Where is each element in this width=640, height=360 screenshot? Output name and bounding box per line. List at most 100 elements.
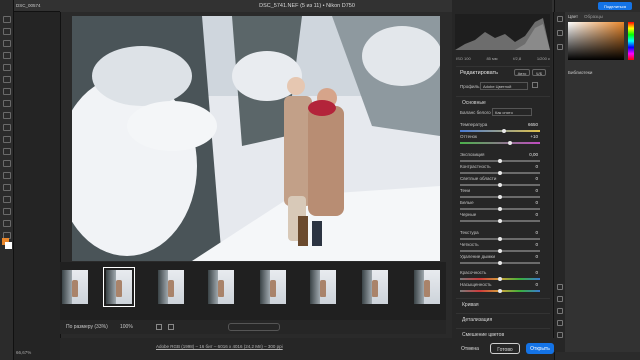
curve-section-header[interactable]: Кривая bbox=[456, 298, 550, 308]
gradient-tool-icon[interactable] bbox=[3, 160, 11, 167]
slider-knob[interactable] bbox=[498, 158, 502, 163]
slider-value[interactable]: 0 bbox=[518, 254, 538, 260]
type-tool-icon[interactable] bbox=[3, 208, 11, 215]
slider-knob[interactable] bbox=[498, 236, 502, 241]
fit-zoom-select[interactable]: По размеру (33%) bbox=[66, 324, 108, 330]
slider-track[interactable] bbox=[460, 140, 540, 145]
open-button[interactable]: Открыть bbox=[526, 343, 554, 354]
paths-icon[interactable] bbox=[557, 332, 563, 338]
filmstrip-thumb[interactable] bbox=[362, 270, 388, 304]
background-color-swatch[interactable] bbox=[5, 242, 12, 249]
layers-icon[interactable] bbox=[557, 308, 563, 314]
slider-track[interactable] bbox=[460, 194, 540, 199]
hue-slider[interactable] bbox=[628, 22, 634, 60]
slider-knob[interactable] bbox=[498, 170, 502, 175]
adjustments-icon[interactable] bbox=[557, 30, 563, 36]
slider-track[interactable] bbox=[460, 206, 540, 211]
filmstrip-thumb[interactable] bbox=[208, 270, 234, 304]
channels-icon[interactable] bbox=[557, 320, 563, 326]
slider-knob[interactable] bbox=[498, 194, 502, 199]
hand-icon[interactable] bbox=[557, 296, 563, 302]
filmstrip-toggle-icon[interactable] bbox=[156, 324, 162, 330]
auto-button[interactable]: Авто bbox=[514, 69, 530, 76]
file-info-link[interactable]: Adobe RGB (1998) – 16 бит – 6016 x 4016 … bbox=[156, 344, 283, 349]
move-tool-icon[interactable] bbox=[3, 16, 11, 23]
color-picker-field[interactable] bbox=[568, 22, 624, 60]
profile-browser-icon[interactable] bbox=[532, 82, 538, 88]
slider-knob[interactable] bbox=[502, 128, 506, 133]
blur-tool-icon[interactable] bbox=[3, 172, 11, 179]
dodge-tool-icon[interactable] bbox=[3, 184, 11, 191]
slider-value[interactable]: 0 bbox=[518, 230, 538, 236]
filter-icon[interactable] bbox=[168, 324, 174, 330]
basic-section-header[interactable]: Основные bbox=[456, 96, 550, 106]
document-tab[interactable]: DSC_00574 bbox=[14, 0, 60, 12]
slider-value[interactable]: 0 bbox=[518, 200, 538, 206]
slider-track[interactable] bbox=[460, 170, 540, 175]
slider-track[interactable] bbox=[460, 288, 540, 293]
slider-value[interactable]: 0 bbox=[518, 242, 538, 248]
slider-track[interactable] bbox=[460, 248, 540, 253]
profile-select[interactable]: Adobe Цветной bbox=[480, 82, 528, 90]
select-tool-icon[interactable] bbox=[3, 52, 11, 59]
lasso-tool-icon[interactable] bbox=[3, 40, 11, 47]
zoom-icon[interactable] bbox=[557, 284, 563, 290]
slider-value[interactable]: 0 bbox=[518, 270, 538, 276]
frame-tool-icon[interactable] bbox=[3, 76, 11, 83]
color-mixer-section-header[interactable]: Смешение цветов bbox=[456, 328, 550, 338]
slider-knob[interactable] bbox=[507, 140, 512, 145]
bw-button[interactable]: Ч/Б bbox=[532, 69, 546, 76]
stamp-tool-icon[interactable] bbox=[3, 124, 11, 131]
slider-knob[interactable] bbox=[498, 288, 502, 293]
slider-track[interactable] bbox=[460, 236, 540, 241]
slider-value[interactable]: 0,00 bbox=[518, 152, 538, 158]
cancel-button[interactable]: Отмена bbox=[456, 343, 484, 354]
slider-value[interactable]: 0 bbox=[518, 188, 538, 194]
brush-tool-icon[interactable] bbox=[3, 112, 11, 119]
slider-knob[interactable] bbox=[498, 182, 502, 187]
done-button[interactable]: Готово bbox=[490, 343, 520, 354]
filmstrip-thumb[interactable] bbox=[260, 270, 286, 304]
zoom-percent-select[interactable]: 100% bbox=[120, 324, 133, 330]
slider-track[interactable] bbox=[460, 158, 540, 163]
slider-value[interactable]: 0 bbox=[518, 164, 538, 170]
slider-track[interactable] bbox=[460, 276, 540, 281]
share-button[interactable]: Поделиться bbox=[598, 2, 632, 10]
filmstrip-thumb-selected[interactable] bbox=[103, 267, 135, 307]
photo-preview[interactable] bbox=[72, 16, 440, 261]
slider-knob[interactable] bbox=[498, 248, 502, 253]
libraries-icon[interactable] bbox=[557, 44, 563, 50]
color-tab[interactable]: Цвет bbox=[568, 14, 578, 19]
slider-value[interactable]: +10 bbox=[518, 134, 538, 140]
path-select-icon[interactable] bbox=[3, 220, 11, 227]
marquee-tool-icon[interactable] bbox=[3, 28, 11, 35]
pen-tool-icon[interactable] bbox=[3, 196, 11, 203]
slider-track[interactable] bbox=[460, 128, 540, 133]
rating-stars[interactable] bbox=[228, 323, 280, 331]
edit-title: Редактировать bbox=[460, 70, 498, 76]
slider-value[interactable]: 0 bbox=[518, 282, 538, 288]
slider-knob[interactable] bbox=[498, 206, 502, 211]
filmstrip-thumb[interactable] bbox=[62, 270, 88, 304]
slider-value[interactable]: 6650 bbox=[518, 122, 538, 128]
detail-section-header[interactable]: Детализация bbox=[456, 313, 550, 323]
slider-knob[interactable] bbox=[498, 276, 502, 281]
slider-track[interactable] bbox=[460, 218, 540, 223]
slider-value[interactable]: 0 bbox=[518, 176, 538, 182]
slider-knob[interactable] bbox=[498, 218, 502, 223]
slider-track[interactable] bbox=[460, 182, 540, 187]
wb-select[interactable]: Как снято bbox=[492, 108, 532, 116]
filmstrip-thumb[interactable] bbox=[158, 270, 184, 304]
slider-value[interactable]: 0 bbox=[518, 212, 538, 218]
slider-knob[interactable] bbox=[498, 260, 502, 265]
healing-tool-icon[interactable] bbox=[3, 100, 11, 107]
eyedropper-tool-icon[interactable] bbox=[3, 88, 11, 95]
filmstrip-thumb[interactable] bbox=[414, 270, 440, 304]
crop-tool-icon[interactable] bbox=[3, 64, 11, 71]
history-brush-icon[interactable] bbox=[3, 136, 11, 143]
history-icon[interactable] bbox=[557, 16, 563, 22]
slider-track[interactable] bbox=[460, 260, 540, 265]
eraser-tool-icon[interactable] bbox=[3, 148, 11, 155]
filmstrip-thumb[interactable] bbox=[310, 270, 336, 304]
swatches-tab[interactable]: Образцы bbox=[584, 14, 603, 19]
